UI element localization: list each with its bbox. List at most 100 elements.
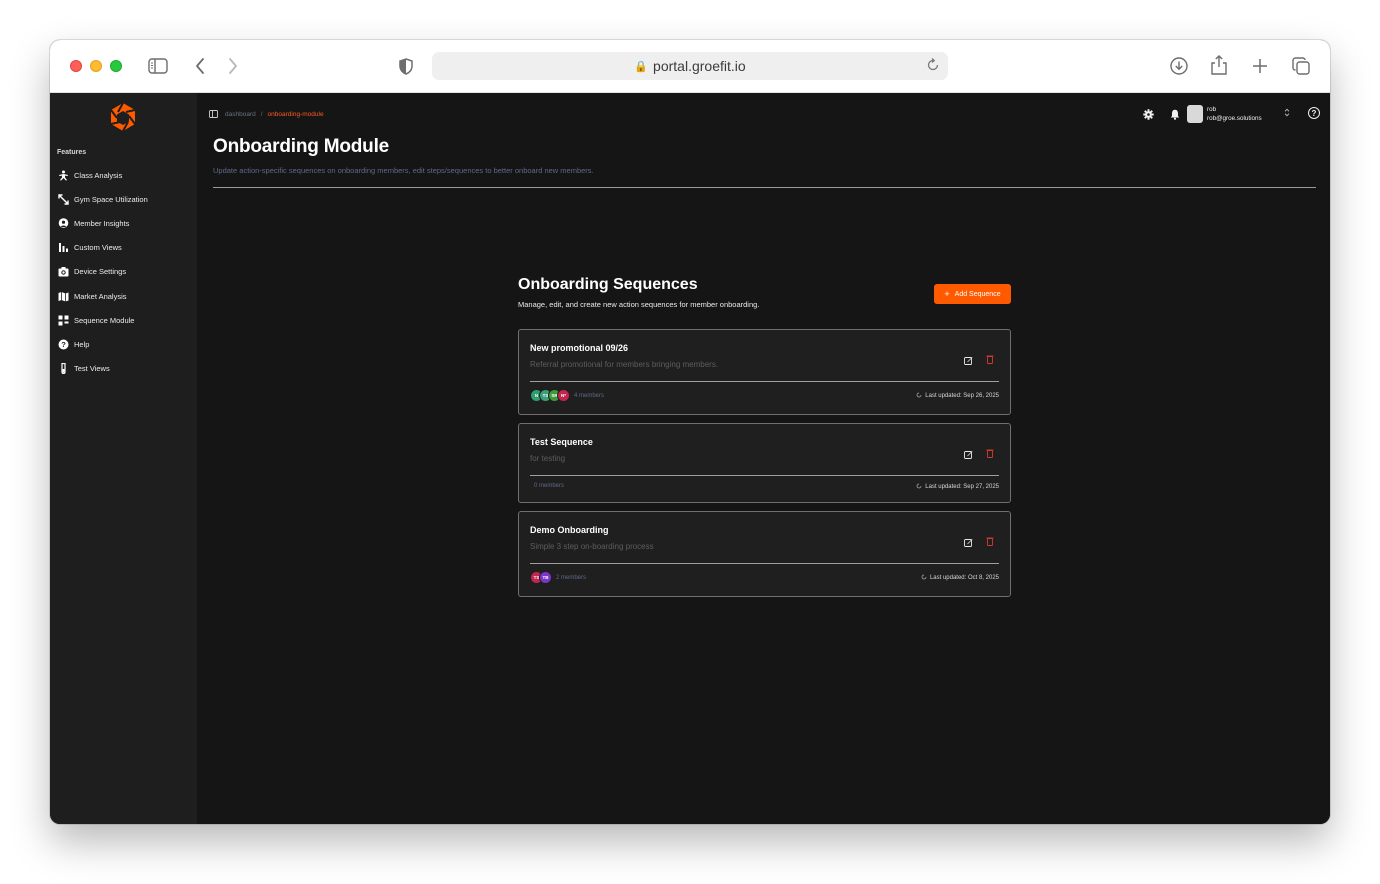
- sequence-card-description: for testing: [530, 454, 566, 463]
- breadcrumb-separator: /: [260, 110, 263, 118]
- last-updated-text: Last updated: Oct 8, 2025: [929, 575, 999, 581]
- back-icon[interactable]: [193, 57, 207, 75]
- sequence-card-title: New promotional 09/26: [530, 343, 629, 353]
- panel-toggle-icon[interactable]: [209, 110, 218, 118]
- sidebar-nav: Class Analysis Gym Space Utilization Mem…: [58, 163, 193, 381]
- question-circle-icon: ?: [58, 339, 69, 350]
- settings-gear-icon[interactable]: [1143, 109, 1154, 123]
- sidebar-item-custom-views[interactable]: Custom Views: [58, 236, 193, 260]
- last-updated-text: Last updated: Sep 27, 2025: [925, 484, 999, 490]
- sidebar-item-sequence-module[interactable]: Sequence Module: [58, 308, 193, 332]
- browser-window: 🔒 portal.groefit.io Features Class Analy…: [50, 40, 1330, 824]
- edit-icon[interactable]: [964, 352, 973, 365]
- header-divider: [213, 187, 1316, 188]
- sidebar-item-device-settings[interactable]: Device Settings: [58, 260, 193, 284]
- breadcrumb-dashboard-link[interactable]: dashboard: [225, 111, 256, 118]
- add-sequence-label: Add Sequence: [954, 290, 1001, 298]
- user-email: rob@groe.solutions: [1207, 115, 1262, 122]
- svg-text:?: ?: [61, 340, 66, 349]
- user-name: rob: [1207, 106, 1217, 113]
- sidebar-item-market-analysis[interactable]: Market Analysis: [58, 284, 193, 308]
- reload-icon[interactable]: [926, 58, 940, 75]
- grid-icon: [58, 315, 69, 326]
- add-sequence-button[interactable]: + Add Sequence: [934, 284, 1011, 304]
- member-insights-icon: [58, 218, 69, 229]
- edit-icon[interactable]: [964, 534, 973, 547]
- sidebar-item-gym-space-utilization[interactable]: Gym Space Utilization: [58, 187, 193, 211]
- sequence-card-title: Demo Onboarding: [530, 525, 609, 535]
- sidebar-item-label: Member Insights: [74, 218, 130, 228]
- sidebar-item-label: Gym Space Utilization: [74, 194, 148, 204]
- plus-icon: +: [944, 289, 950, 299]
- user-toolbar: rob rob@groe.solutions ?: [1130, 105, 1330, 125]
- sidebar-item-class-analysis[interactable]: Class Analysis: [58, 163, 193, 187]
- member-count: 4 members: [574, 392, 605, 399]
- sidebar-item-help[interactable]: ? Help: [58, 332, 193, 356]
- card-divider: [530, 475, 999, 476]
- sequence-card[interactable]: Demo Onboarding Simple 3 step on-boardin…: [518, 511, 1011, 597]
- refresh-icon: [916, 392, 922, 400]
- card-divider: [530, 381, 999, 382]
- download-icon[interactable]: [1169, 56, 1189, 76]
- page-title: Onboarding Module: [213, 136, 390, 157]
- minimize-window-button[interactable]: [90, 60, 102, 72]
- delete-trash-icon[interactable]: [986, 533, 994, 546]
- sidebar-item-label: Custom Views: [74, 243, 122, 253]
- sidebar-item-member-insights[interactable]: Member Insights: [58, 211, 193, 235]
- camera-icon: [58, 266, 69, 277]
- close-window-button[interactable]: [70, 60, 82, 72]
- last-updated: Last updated: Oct 8, 2025: [921, 574, 999, 582]
- sidebar-item-label: Sequence Module: [74, 315, 135, 325]
- main-content: dashboard / onboarding-module Onboarding…: [197, 93, 1330, 824]
- zoom-window-button[interactable]: [110, 60, 122, 72]
- sequences-subtitle: Manage, edit, and create new action sequ…: [518, 300, 760, 309]
- test-tube-icon: [58, 363, 69, 375]
- url-text: portal.groefit.io: [653, 58, 746, 74]
- sequence-card-description: Referral promotional for members bringin…: [530, 360, 719, 369]
- privacy-shield-icon[interactable]: [398, 57, 414, 75]
- page-subtitle: Update action-specific sequences on onbo…: [213, 166, 594, 175]
- last-updated-text: Last updated: Sep 26, 2025: [925, 393, 999, 399]
- sequence-card[interactable]: Test Sequence for testing 0 members Last…: [518, 423, 1011, 503]
- lock-icon: 🔒: [634, 60, 649, 73]
- edit-icon[interactable]: [964, 446, 973, 459]
- sidebar-toggle-icon[interactable]: [148, 57, 168, 74]
- member-avatar[interactable]: TB: [539, 571, 552, 584]
- card-divider: [530, 563, 999, 564]
- new-tab-icon[interactable]: [1251, 57, 1269, 75]
- member-avatars: N TS SR N*: [530, 389, 570, 402]
- sequence-card[interactable]: New promotional 09/26 Referral promotion…: [518, 329, 1011, 415]
- browser-toolbar: 🔒 portal.groefit.io: [50, 40, 1330, 93]
- card-members: TS TB 2 members: [530, 571, 586, 584]
- address-bar[interactable]: 🔒 portal.groefit.io: [432, 52, 948, 80]
- sequence-card-title: Test Sequence: [530, 437, 593, 447]
- bar-chart-icon: [58, 242, 69, 253]
- delete-trash-icon[interactable]: [986, 351, 994, 364]
- help-question-icon[interactable]: ?: [1308, 107, 1320, 119]
- class-analysis-icon: [58, 170, 69, 181]
- member-count: 0 members: [534, 483, 565, 489]
- sidebar-item-label: Device Settings: [74, 267, 127, 277]
- resize-arrows-icon: [58, 194, 69, 205]
- user-avatar[interactable]: [1187, 105, 1203, 123]
- notification-bell-icon[interactable]: [1170, 109, 1180, 123]
- map-icon: [58, 291, 69, 302]
- sidebar-item-label: Test Views: [74, 364, 110, 374]
- breadcrumb: dashboard / onboarding-module: [209, 110, 324, 118]
- card-members: 0 members: [534, 483, 564, 489]
- sidebar-item-test-views[interactable]: Test Views: [58, 357, 193, 381]
- sequences-title: Onboarding Sequences: [518, 276, 698, 293]
- features-section-label: Features: [57, 149, 87, 156]
- sequence-card-description: Simple 3 step on-boarding process: [530, 542, 654, 551]
- delete-trash-icon[interactable]: [986, 445, 994, 458]
- sidebar-item-label: Help: [74, 339, 90, 349]
- forward-icon[interactable]: [226, 57, 240, 75]
- groefit-logo[interactable]: [109, 102, 137, 132]
- sidebar-item-label: Market Analysis: [74, 291, 127, 301]
- member-avatar[interactable]: N*: [557, 389, 570, 402]
- tab-overview-icon[interactable]: [1291, 56, 1311, 76]
- last-updated: Last updated: Sep 26, 2025: [916, 392, 999, 400]
- refresh-icon: [921, 574, 927, 582]
- user-menu-chevron-icon[interactable]: [1284, 108, 1290, 119]
- share-icon[interactable]: [1210, 54, 1228, 76]
